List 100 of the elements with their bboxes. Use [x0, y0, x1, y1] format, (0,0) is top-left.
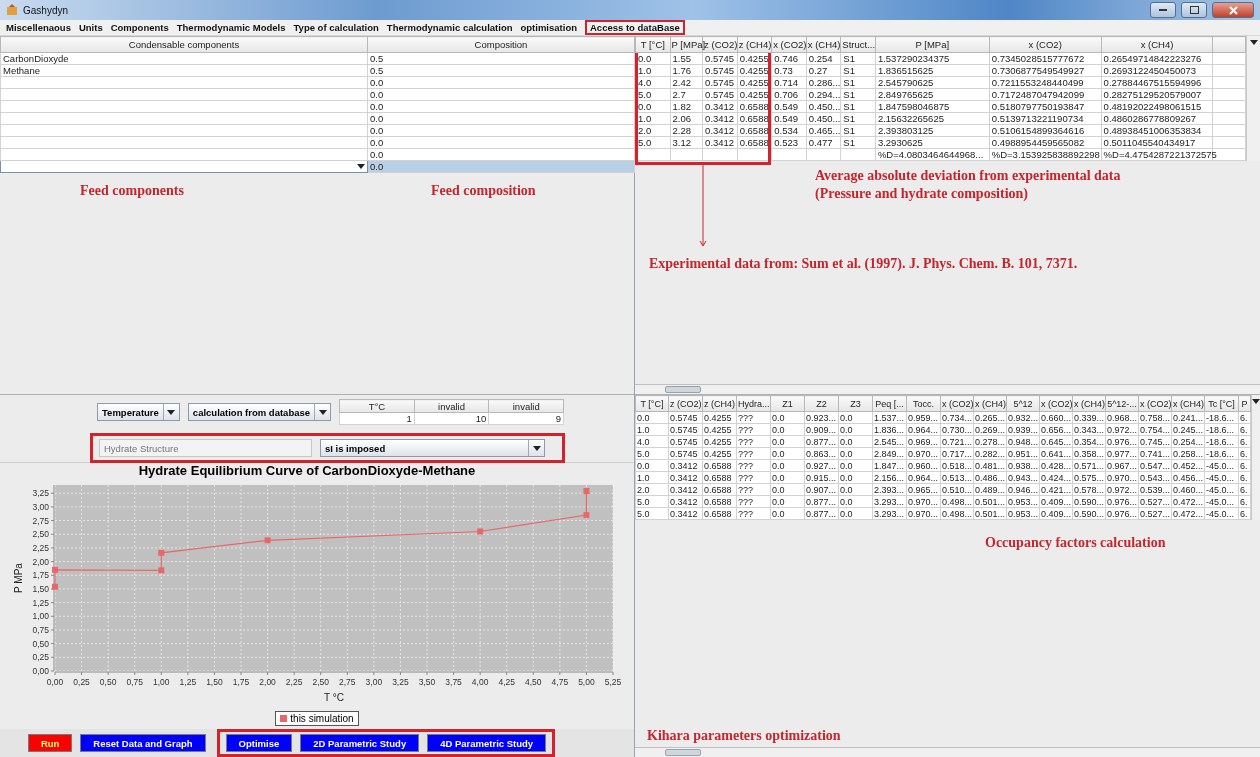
table-cell: 6.	[1238, 483, 1251, 496]
tick-label: 1,75	[232, 677, 250, 687]
menu-item[interactable]: optimisation	[520, 20, 577, 35]
tick-label: 0,25	[73, 677, 90, 687]
chart-title: Hydrate Equilibrium Curve of CarbonDioxyde-Methane	[137, 463, 477, 479]
tick-label: 2,75	[32, 515, 49, 526]
tick-label: 2,25	[285, 677, 303, 687]
tick-label: 3,00	[365, 677, 383, 687]
table-cell: 6.	[1238, 459, 1251, 472]
caret-icon	[318, 409, 327, 415]
action-button[interactable]: Run	[27, 734, 73, 752]
column-header[interactable]: P [MPa]	[875, 36, 990, 53]
scrollbar[interactable]	[635, 384, 1260, 394]
menu-item[interactable]: Miscellenaous	[6, 20, 71, 35]
caret-icon	[1252, 399, 1260, 404]
column-header[interactable]: Z1	[770, 395, 805, 412]
tick-label: 1,00	[32, 611, 49, 622]
table-cell: 6.	[1238, 447, 1251, 460]
table-cell: 6.	[1238, 423, 1251, 436]
column-header[interactable]: Condensable components	[0, 36, 368, 53]
close-button[interactable]	[1212, 2, 1254, 18]
column-header[interactable]: x (CO2)	[1138, 395, 1172, 412]
menu-item[interactable]: Components	[110, 20, 169, 35]
column-header[interactable]: x (CO2)	[940, 395, 974, 412]
scrollbar[interactable]	[1246, 36, 1260, 161]
column-header[interactable]: P [MPa]	[670, 36, 703, 53]
data-point	[583, 488, 590, 494]
tick-label: 1,50	[206, 677, 223, 687]
tick-label: 4,00	[471, 677, 489, 687]
menu-item[interactable]: Units	[78, 20, 103, 35]
action-button[interactable]: 4D Parametric Study	[427, 734, 547, 752]
tick-label: 1,25	[32, 597, 49, 608]
data-point	[52, 583, 58, 590]
maximize-button[interactable]	[1181, 2, 1207, 18]
tick-label: 2,00	[32, 556, 49, 567]
tick-label: 5,25	[604, 677, 622, 687]
column-header[interactable]: x (CH4)	[973, 395, 1007, 412]
column-header[interactable]: z (CH4)	[702, 395, 737, 412]
menu-item[interactable]: Access to dataBase	[585, 20, 685, 35]
tick-label: 3,75	[445, 677, 462, 687]
scrollbar[interactable]	[635, 747, 1260, 757]
tick-label: 2,75	[339, 677, 356, 687]
column-header[interactable]: Hydra...	[736, 395, 771, 412]
tick-label: 2,00	[259, 677, 276, 687]
axis-label: P MPa	[13, 563, 24, 593]
data-point	[52, 566, 58, 573]
data-point	[158, 549, 165, 556]
tick-label: 4,50	[525, 677, 542, 687]
column-header[interactable]: 5^12	[1006, 395, 1040, 412]
column-header[interactable]: T [°C]	[635, 395, 669, 412]
column-header[interactable]: Tc [°C]	[1204, 395, 1239, 412]
column-header[interactable]: Composition	[367, 36, 635, 53]
tick-label: 0,50	[32, 638, 49, 649]
column-header[interactable]: z (CO2)	[668, 395, 703, 412]
column-header[interactable]: Tocc.	[906, 395, 941, 412]
column-header[interactable]: T [°C]	[635, 36, 671, 53]
column-header[interactable]: x (CO2)	[1039, 395, 1073, 412]
column-header[interactable]: x (CO2)	[989, 36, 1102, 53]
data-point	[158, 567, 165, 574]
menu-item[interactable]: Type of calculation	[293, 20, 379, 35]
minimize-button[interactable]	[1150, 2, 1176, 18]
tick-label: 2,25	[32, 542, 49, 553]
column-header: invalid	[414, 399, 489, 413]
column-header[interactable]: Z3	[838, 395, 873, 412]
action-button[interactable]: 2D Parametric Study	[300, 734, 420, 752]
column-header[interactable]: 5^12-...	[1105, 395, 1139, 412]
column-header[interactable]: Z2	[804, 395, 839, 412]
menu-item[interactable]: Thermodynamic calculation	[386, 20, 513, 35]
app-icon	[6, 4, 18, 16]
tick-label: 4,75	[551, 677, 569, 687]
menu-item[interactable]: Thermodynamic Models	[176, 20, 286, 35]
column-header[interactable]: x (CH4)	[1171, 395, 1205, 412]
tick-label: 0,25	[32, 652, 49, 663]
tick-label: 2,50	[32, 529, 49, 540]
column-header[interactable]: Peq [...	[872, 395, 907, 412]
column-header[interactable]: x (CH4)	[1072, 395, 1106, 412]
data-point	[264, 537, 271, 544]
tick-label: 3,25	[392, 677, 409, 687]
tick-label: 0,75	[126, 677, 143, 687]
column-header[interactable]: z (CH4)	[737, 36, 772, 53]
mode-select[interactable]: calculation from database	[187, 403, 332, 421]
annotation: Feed composition	[431, 183, 536, 198]
scrollbar[interactable]	[1251, 395, 1260, 520]
action-button[interactable]: Optimise	[225, 734, 293, 752]
column-header[interactable]: Struct...	[840, 36, 876, 53]
data-point	[583, 512, 590, 519]
tick-label: 3,50	[418, 677, 436, 687]
tick-label: 0,00	[46, 677, 64, 687]
tick-label: 3,25	[32, 488, 49, 499]
action-button[interactable]: Reset Data and Graph	[80, 734, 206, 752]
caret-icon	[532, 445, 541, 451]
column-header[interactable]: x (CO2)	[771, 36, 807, 53]
tick-label: 1,25	[179, 677, 197, 687]
legend-marker-icon	[280, 715, 288, 722]
table-cell: 6.	[1238, 495, 1251, 508]
maximize-icon	[1189, 6, 1199, 14]
variable-select[interactable]: Temperature	[97, 403, 180, 421]
column-header[interactable]: x (CH4)	[806, 36, 841, 53]
tick-label: 2,50	[312, 677, 329, 687]
column-header[interactable]: x (CH4)	[1101, 36, 1213, 53]
